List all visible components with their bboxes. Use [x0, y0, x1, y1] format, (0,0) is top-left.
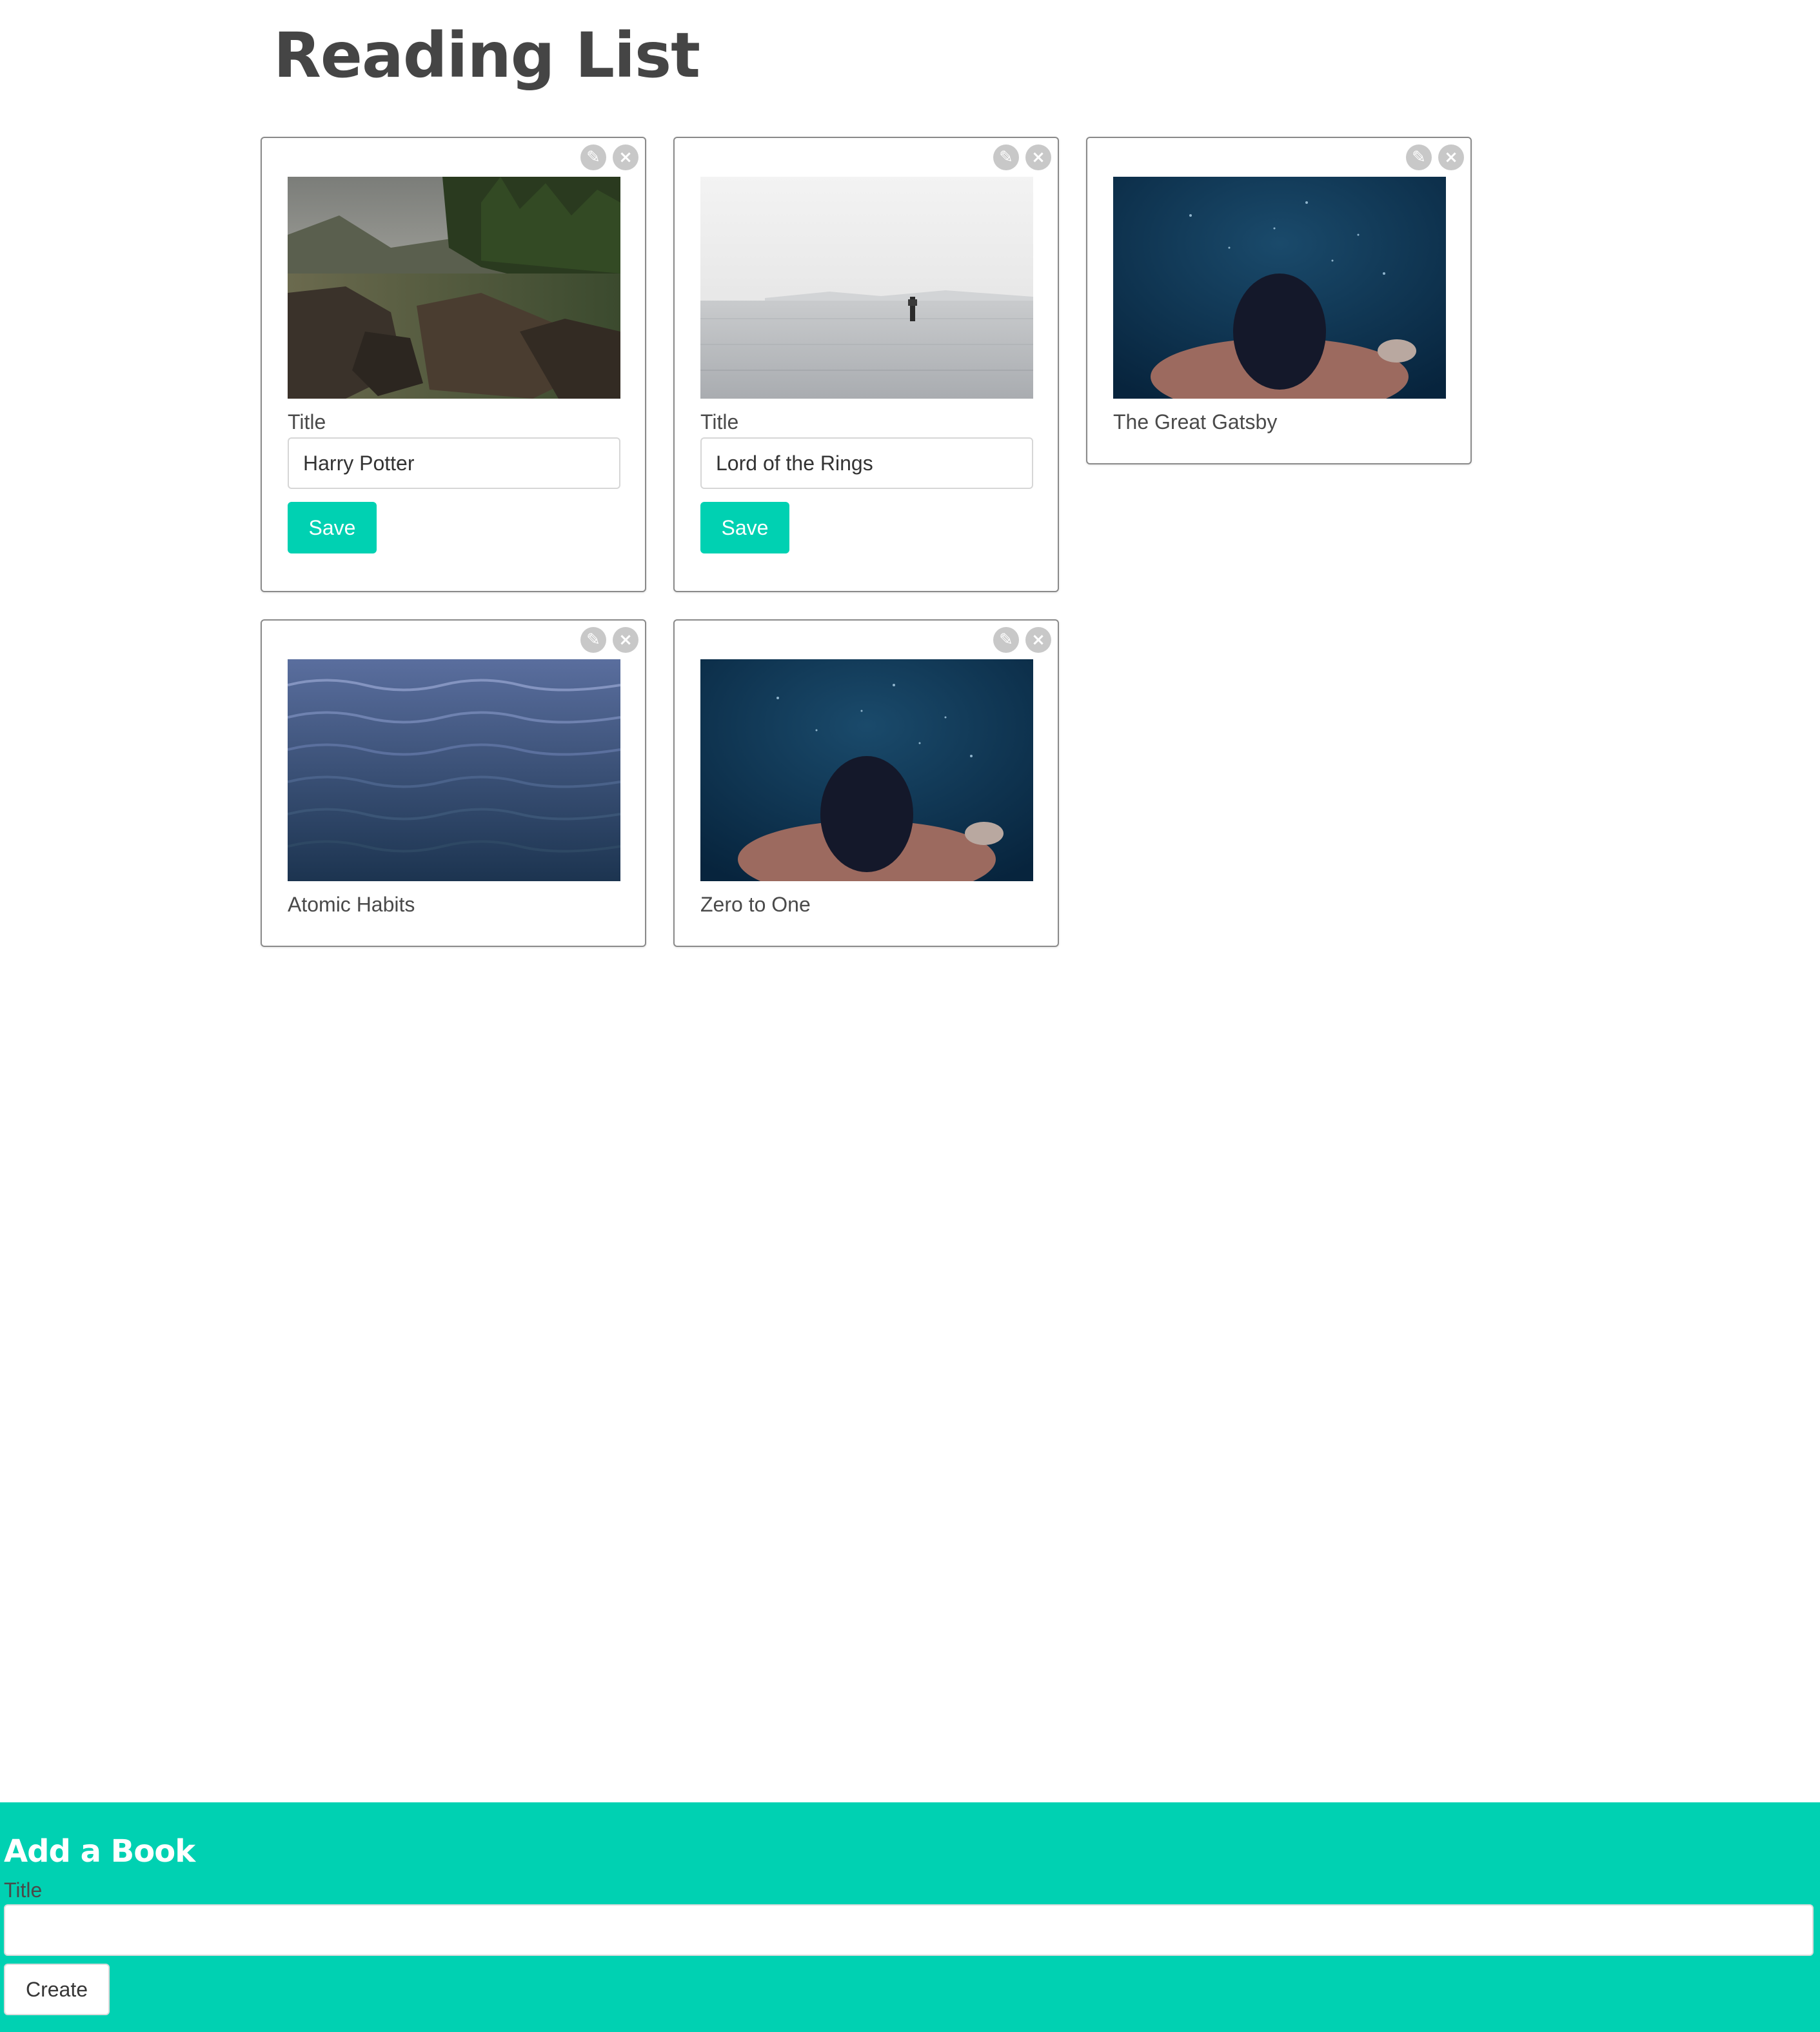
book-card: ✎ × The Great Gatsby: [1086, 137, 1472, 464]
new-title-input[interactable]: [4, 1904, 1814, 1956]
book-title: Atomic Habits: [288, 893, 415, 916]
add-book-heading: Add a Book: [4, 1833, 195, 1869]
close-icon[interactable]: ×: [1438, 144, 1464, 170]
book-card: ✎ × Atomic Habits: [261, 619, 646, 947]
card-actions: ✎ ×: [580, 627, 638, 653]
title-label: Title: [288, 410, 326, 433]
card-actions: ✎ ×: [993, 627, 1051, 653]
save-button[interactable]: Save: [288, 502, 377, 553]
title-label: Title: [700, 410, 739, 433]
book-cover-image: [700, 659, 1033, 881]
book-card: ✎ × Title Save: [673, 137, 1059, 592]
save-button[interactable]: Save: [700, 502, 789, 553]
book-title: The Great Gatsby: [1113, 410, 1278, 433]
close-icon[interactable]: ×: [613, 627, 638, 653]
add-book-form: Add a Book Title Create: [0, 1802, 1820, 2032]
pencil-icon[interactable]: ✎: [580, 627, 606, 653]
pencil-icon[interactable]: ✎: [580, 144, 606, 170]
card-actions: ✎ ×: [993, 144, 1051, 170]
page-title: Reading List: [273, 19, 700, 92]
close-icon[interactable]: ×: [1025, 627, 1051, 653]
book-card: ✎ × Zero to One: [673, 619, 1059, 947]
card-actions: ✎ ×: [1406, 144, 1464, 170]
book-cover-image: [288, 659, 620, 881]
create-button[interactable]: Create: [4, 1964, 110, 2015]
pencil-icon[interactable]: ✎: [993, 144, 1019, 170]
book-title: Zero to One: [700, 893, 811, 916]
book-cover-image: [1113, 177, 1446, 399]
title-input[interactable]: [700, 437, 1033, 489]
book-cover-image: [288, 177, 620, 399]
close-icon[interactable]: ×: [1025, 144, 1051, 170]
title-input[interactable]: [288, 437, 620, 489]
new-title-label: Title: [4, 1878, 43, 1902]
book-cover-image: [700, 177, 1033, 399]
card-actions: ✎ ×: [580, 144, 638, 170]
pencil-icon[interactable]: ✎: [1406, 144, 1432, 170]
book-card: ✎ × Title Sav: [261, 137, 646, 592]
pencil-icon[interactable]: ✎: [993, 627, 1019, 653]
close-icon[interactable]: ×: [613, 144, 638, 170]
